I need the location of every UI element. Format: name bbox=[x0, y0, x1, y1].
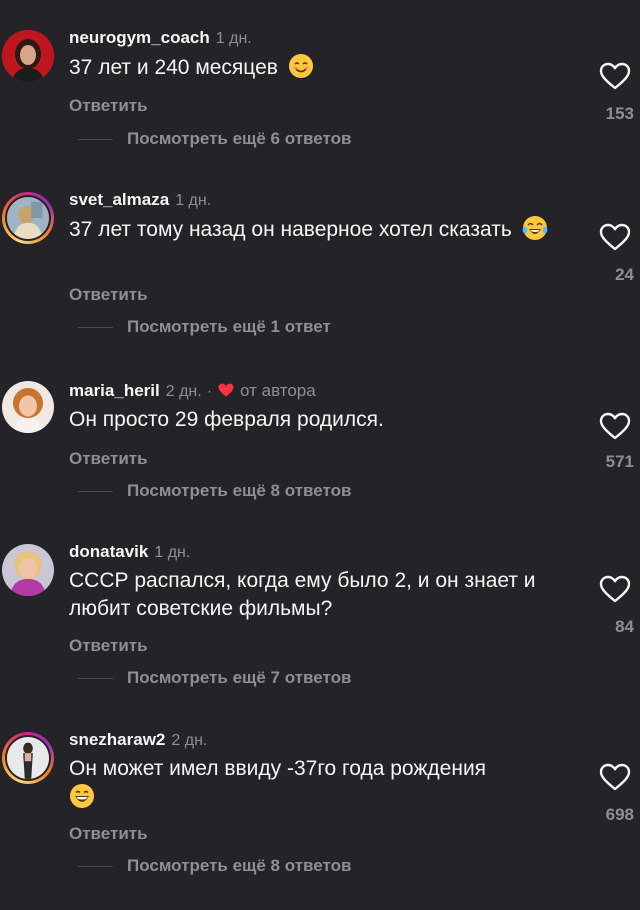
avatar[interactable] bbox=[2, 192, 54, 244]
view-replies-label: Посмотреть ещё 8 ответов bbox=[127, 856, 352, 875]
comments-list: neurogym_coach 1 дн. 37 лет и 240 месяце… bbox=[0, 0, 640, 910]
view-replies-link[interactable]: Посмотреть ещё 8 ответов bbox=[78, 481, 351, 501]
divider bbox=[78, 865, 113, 867]
profile-photo bbox=[2, 30, 54, 82]
grinning-face-icon bbox=[70, 784, 94, 808]
avatar[interactable] bbox=[2, 732, 54, 784]
separator-dot: · bbox=[206, 383, 213, 400]
comment-time: 1 дн. bbox=[215, 30, 252, 47]
comment-text: Он может имел ввиду -37го года рождения bbox=[69, 755, 569, 812]
view-replies-link[interactable]: Посмотреть ещё 8 ответов bbox=[78, 856, 351, 876]
heart-icon[interactable] bbox=[598, 222, 632, 252]
comment-item: svet_almaza 1 дн. 37 лет тому назад он н… bbox=[0, 190, 640, 340]
heart-icon[interactable] bbox=[598, 411, 632, 441]
view-replies-link[interactable]: Посмотреть ещё 7 ответов bbox=[78, 668, 351, 688]
tears-of-joy-icon bbox=[522, 216, 548, 240]
view-replies-link[interactable]: Посмотреть ещё 1 ответ bbox=[78, 317, 331, 337]
username[interactable]: svet_almaza bbox=[69, 190, 169, 210]
comment-text: Он просто 29 февраля родился. bbox=[69, 408, 384, 431]
divider bbox=[78, 138, 113, 140]
author-label: от автора bbox=[240, 381, 316, 400]
comment-text: СССР распался, когда ему было 2, и он зн… bbox=[69, 569, 536, 620]
avatar[interactable] bbox=[2, 381, 54, 433]
like-count: 571 bbox=[605, 452, 634, 471]
heart-icon[interactable] bbox=[598, 762, 632, 792]
like-count: 153 bbox=[605, 104, 634, 123]
profile-photo bbox=[7, 737, 49, 779]
profile-photo bbox=[2, 544, 54, 596]
reply-button[interactable]: Ответить bbox=[69, 636, 148, 656]
avatar[interactable] bbox=[2, 30, 54, 82]
username[interactable]: neurogym_coach bbox=[69, 28, 210, 48]
reply-button[interactable]: Ответить bbox=[69, 449, 148, 469]
comment-time: 2 дн. bbox=[171, 732, 208, 749]
comment-time: 1 дн. bbox=[175, 192, 212, 209]
view-replies-link[interactable]: Посмотреть ещё 6 ответов bbox=[78, 129, 351, 149]
smiling-face-icon bbox=[288, 54, 313, 78]
comment-item: donatavik 1 дн. СССР распался, когда ему… bbox=[0, 542, 640, 692]
comment-text: 37 лет тому назад он наверное хотел сказ… bbox=[69, 215, 569, 244]
divider bbox=[78, 677, 113, 679]
username[interactable]: donatavik bbox=[69, 542, 148, 562]
divider bbox=[78, 326, 113, 328]
username[interactable]: snezharaw2 bbox=[69, 730, 165, 750]
comment-item: snezharaw2 2 дн. Он может имел ввиду -37… bbox=[0, 730, 640, 880]
reply-button[interactable]: Ответить bbox=[69, 285, 148, 305]
comment-time: 1 дн. bbox=[154, 544, 191, 561]
profile-photo bbox=[2, 381, 54, 433]
reply-button[interactable]: Ответить bbox=[69, 96, 148, 116]
author-liked-heart-icon bbox=[218, 383, 234, 397]
username[interactable]: maria_heril bbox=[69, 381, 160, 401]
avatar[interactable] bbox=[2, 544, 54, 596]
comment-item: maria_heril 2 дн. · от автора Он просто … bbox=[0, 381, 640, 531]
comment-text: 37 лет и 240 месяцев bbox=[69, 53, 569, 82]
view-replies-label: Посмотреть ещё 8 ответов bbox=[127, 481, 352, 500]
view-replies-label: Посмотреть ещё 1 ответ bbox=[127, 317, 331, 336]
like-count: 698 bbox=[605, 805, 634, 824]
profile-photo bbox=[7, 197, 49, 239]
like-count: 24 bbox=[615, 265, 634, 284]
heart-icon[interactable] bbox=[598, 574, 632, 604]
view-replies-label: Посмотреть ещё 7 ответов bbox=[127, 668, 352, 687]
comment-time: 2 дн. bbox=[165, 383, 202, 400]
view-replies-label: Посмотреть ещё 6 ответов bbox=[127, 129, 352, 148]
reply-button[interactable]: Ответить bbox=[69, 824, 148, 844]
like-count: 84 bbox=[615, 617, 634, 636]
divider bbox=[78, 490, 113, 492]
heart-icon[interactable] bbox=[598, 61, 632, 91]
comment-item: neurogym_coach 1 дн. 37 лет и 240 месяце… bbox=[0, 28, 640, 178]
